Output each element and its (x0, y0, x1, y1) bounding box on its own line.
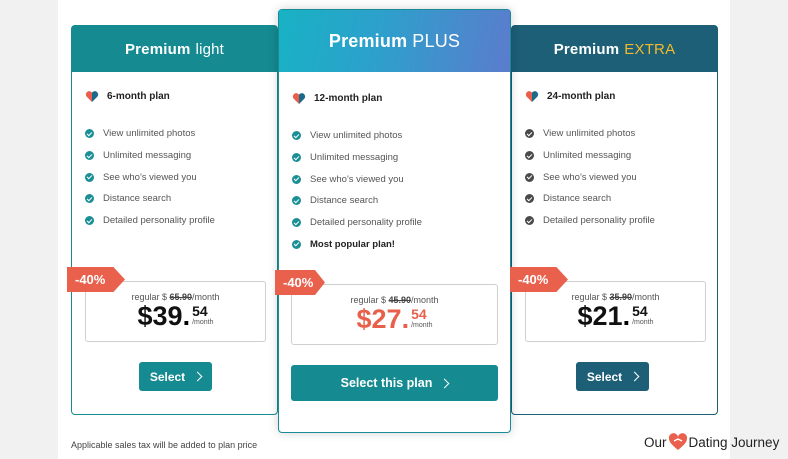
check-circle-icon (85, 216, 94, 226)
feature-item: See who's viewed you (292, 168, 422, 190)
check-circle-icon (85, 129, 94, 139)
feature-item: Distance search (525, 188, 655, 210)
check-circle-icon (85, 194, 94, 204)
feature-item: Detailed personality profile (525, 210, 655, 232)
check-circle-icon (292, 174, 301, 184)
plan-tier: EXTRA (624, 40, 676, 58)
check-circle-icon (292, 153, 301, 163)
select-light-button[interactable]: Select (139, 362, 212, 391)
check-circle-icon (292, 218, 301, 228)
sale-price: $39. 54/month (137, 301, 214, 331)
plan-header: Premium PLUS (279, 10, 510, 72)
heart-icon (668, 433, 687, 450)
check-circle-icon (292, 239, 301, 249)
feature-item: View unlimited photos (292, 125, 422, 147)
select-plus-button[interactable]: Select this plan (291, 365, 498, 401)
plan-header: Premium EXTRA (512, 26, 717, 72)
heart-icon (292, 93, 306, 104)
check-circle-icon (292, 131, 301, 141)
feature-item: Unlimited messaging (525, 145, 655, 167)
feature-item: See who's viewed you (525, 166, 655, 188)
feature-item: Detailed personality profile (85, 210, 215, 232)
plan-duration: 6-month plan (85, 90, 170, 103)
plan-title: Premium (124, 40, 191, 58)
heart-icon (85, 91, 99, 102)
check-circle-icon (525, 172, 534, 182)
check-circle-icon (525, 151, 534, 161)
plan-tier: light (195, 40, 225, 58)
tax-note: Applicable sales tax will be added to pl… (71, 440, 258, 450)
feature-item: Distance search (85, 188, 215, 210)
feature-item: Unlimited messaging (85, 145, 215, 167)
discount-badge: -40% (67, 267, 125, 292)
plan-duration: 12-month plan (292, 92, 382, 105)
plan-duration: 24-month plan (525, 90, 615, 103)
check-circle-icon (85, 151, 94, 161)
feature-list: View unlimited photos Unlimited messagin… (85, 123, 215, 231)
chevron-right-icon (439, 378, 450, 388)
chevron-right-icon (192, 371, 203, 382)
feature-list: View unlimited photos Unlimited messagin… (292, 125, 422, 255)
feature-item: See who's viewed you (85, 166, 215, 188)
feature-item: View unlimited photos (85, 123, 215, 145)
discount-badge: -40% (510, 267, 568, 292)
plan-header: Premium light (72, 26, 277, 72)
check-circle-icon (525, 216, 534, 226)
most-popular-label: Most popular plan! (292, 233, 422, 255)
select-extra-button[interactable]: Select (576, 362, 649, 391)
plan-title: Premium (328, 30, 408, 51)
feature-item: Detailed personality profile (292, 212, 422, 234)
feature-item: Distance search (292, 190, 422, 212)
plan-card-extra: Premium EXTRA 24-month plan View unlimit… (510, 25, 718, 415)
plan-title: Premium (553, 40, 620, 58)
price-box: regular $ 45.90/month $27. 54/month (291, 284, 498, 345)
check-circle-icon (525, 129, 534, 139)
sale-price: $27. 54/month (356, 304, 433, 334)
sale-price: $21. 54/month (577, 301, 654, 331)
check-circle-icon (525, 194, 534, 204)
discount-badge: -40% (275, 270, 325, 295)
heart-icon (525, 91, 539, 102)
feature-item: View unlimited photos (525, 123, 655, 145)
plan-tier: PLUS (412, 30, 461, 51)
chevron-right-icon (629, 371, 640, 382)
check-circle-icon (292, 196, 301, 206)
plan-card-light: Premium light 6-month plan View unlimite… (67, 25, 278, 415)
check-circle-icon (85, 172, 94, 182)
brand-logo: Our Dating Journey (644, 433, 780, 450)
plan-card-plus: Premium PLUS 12-month plan View unlimite… (275, 9, 511, 433)
feature-item: Unlimited messaging (292, 147, 422, 169)
feature-list: View unlimited photos Unlimited messagin… (525, 123, 655, 231)
